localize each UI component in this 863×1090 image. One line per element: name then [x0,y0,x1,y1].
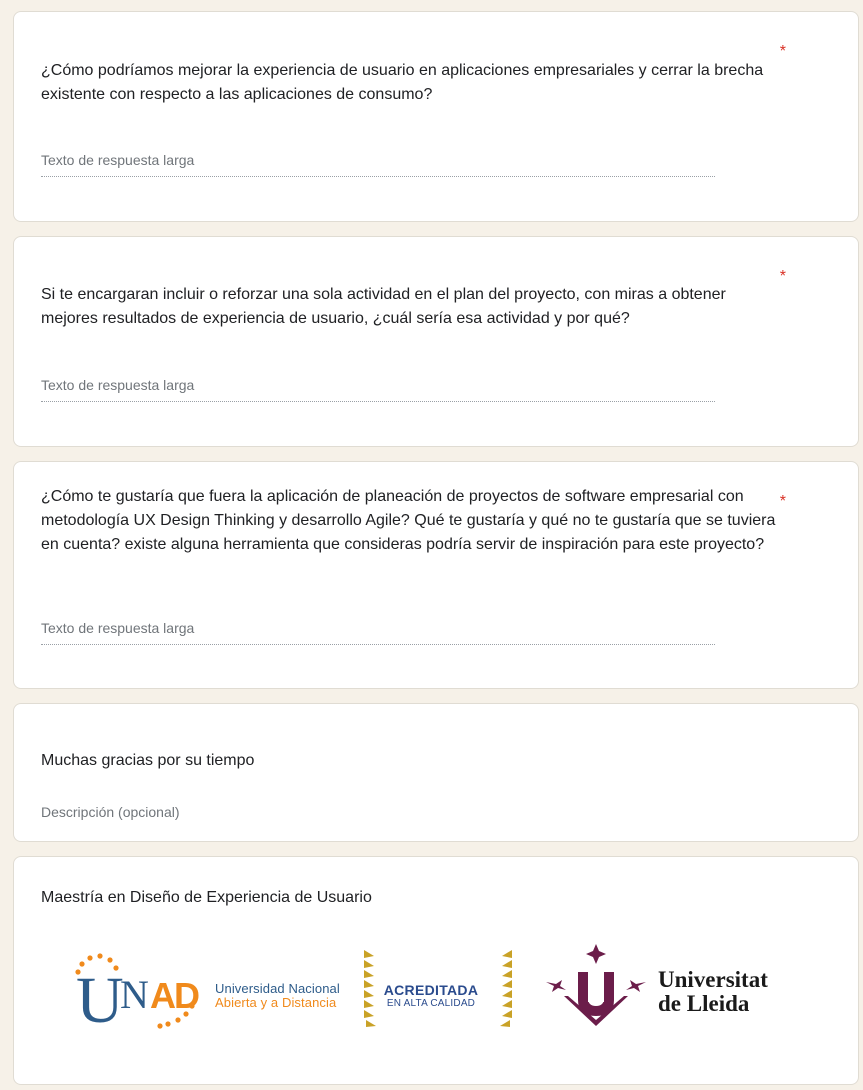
udl-emblem-icon [546,944,646,1026]
question-card-3: * ¿Cómo te gustaría que fuera la aplicac… [13,461,859,689]
question-card-1: * ¿Cómo podríamos mejorar la experiencia… [13,11,859,222]
long-answer-field[interactable]: Texto de respuesta larga [41,620,715,645]
unad-name-line2: Abierta y a Distancia [215,995,337,1010]
institution-logos: U N AD Universidad Nacional Abierta y a … [72,942,802,1032]
section-description: Descripción (opcional) [41,804,180,820]
question-card-2: * Si te encargaran incluir o reforzar un… [13,236,859,447]
question-text: ¿Cómo te gustaría que fuera la aplicació… [41,488,776,553]
unad-u-letter: U [76,964,124,1032]
program-title: Maestría en Diseño de Experiencia de Usu… [41,889,372,906]
udl-name-line1: Universitat [658,967,768,992]
long-answer-field[interactable]: Texto de respuesta larga [41,377,715,402]
required-asterisk: * [779,43,786,60]
long-answer-field[interactable]: Texto de respuesta larga [41,152,715,177]
section-title: Muchas gracias por su tiempo [41,752,255,769]
udl-name: Universitat de Lleida [658,968,768,1016]
svg-text:N: N [120,972,149,1017]
unad-name: Universidad Nacional Abierta y a Distanc… [215,982,340,1010]
unad-name-line1: Universidad Nacional [215,981,340,996]
alta-calidad-label: EN ALTA CALIDAD [386,998,476,1009]
acreditada-label: ACREDITADA [383,982,479,998]
unad-logo-icon: U N AD [75,953,201,1032]
question-text: Si te encargaran incluir o reforzar una … [41,286,726,327]
section-card-logos: Maestría en Diseño de Experiencia de Usu… [13,856,859,1085]
question-text: ¿Cómo podríamos mejorar la experiencia d… [41,62,764,103]
acreditada-badge: ACREDITADA EN ALTA CALIDAD [376,982,486,1009]
section-card-thanks: Muchas gracias por su tiempo Descripción… [13,703,859,842]
udl-name-line2: de Lleida [658,991,750,1016]
svg-text:AD: AD [150,975,199,1016]
laurel-right-icon [500,950,512,1027]
